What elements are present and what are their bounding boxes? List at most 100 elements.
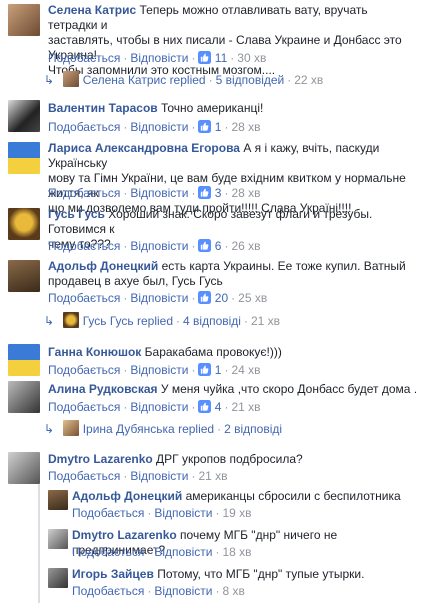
like-button[interactable]: Подобається xyxy=(48,186,120,200)
reply-button[interactable]: Відповісти xyxy=(130,363,188,377)
like-button[interactable]: Подобається xyxy=(48,363,120,377)
reply-button[interactable]: Відповісти xyxy=(130,400,188,414)
author-name[interactable]: Алина Рудковская xyxy=(48,382,158,396)
comment-actions: Подобається · Відповісти · 20 · 25 хв xyxy=(48,291,268,305)
like-count[interactable]: 1 xyxy=(215,120,222,134)
avatar[interactable] xyxy=(8,100,40,132)
like-count[interactable]: 11 xyxy=(215,51,227,65)
timestamp[interactable]: 28 хв xyxy=(231,120,260,134)
comment-text: ДРГ укропов подбросила? xyxy=(156,452,303,466)
reply-arrow-icon: ↳ xyxy=(44,73,55,87)
comment-text: продавец в ахуе был, Гусь Гусь xyxy=(48,274,223,288)
avatar[interactable] xyxy=(8,4,40,36)
reply-comment: Адольф Донецкий американцы сбросили с бе… xyxy=(0,486,424,522)
like-count[interactable]: 20 xyxy=(215,291,228,305)
comment: Валентин Тарасов Точно американці! Подоб… xyxy=(0,96,424,136)
replies-link[interactable]: ↳ Гусь Гусь replied · 4 відповіді · 21 хв xyxy=(44,312,280,329)
comment-actions: Подобається · Відповісти · 8 хв xyxy=(72,584,245,598)
like-count-icon xyxy=(198,363,211,376)
like-count-icon xyxy=(198,51,211,64)
avatar[interactable] xyxy=(48,490,68,510)
like-button[interactable]: Подобається xyxy=(48,400,120,414)
like-count[interactable]: 6 xyxy=(215,239,222,253)
like-button[interactable]: Подобається xyxy=(48,51,120,65)
reply-button[interactable]: Відповісти xyxy=(130,291,188,305)
author-name[interactable]: Dmytro Lazarenko xyxy=(48,452,153,466)
avatar[interactable] xyxy=(8,142,40,174)
comment-actions: Подобається · Відповісти · 1 · 28 хв xyxy=(48,120,261,134)
comment-text: Баракабама провокує!))) xyxy=(144,345,282,359)
timestamp[interactable]: 30 хв xyxy=(237,51,266,65)
comment-text: У меня чуйка ,что скоро Донбасс будет до… xyxy=(160,382,418,396)
author-name[interactable]: Dmytro Lazarenko xyxy=(72,528,177,542)
avatar xyxy=(63,420,80,436)
reply-comment: Игорь Зайцев Потому, что МГБ "днр" тупые… xyxy=(0,564,424,600)
comment-actions: Подобається · Відповісти · 11 · 30 хв xyxy=(48,51,267,65)
author-name[interactable]: Гусь Гусь xyxy=(48,207,105,221)
replies-link[interactable]: ↳ Селена Катрис replied · 5 відповідей · 22 … xyxy=(44,71,323,88)
reply-button[interactable]: Відповісти xyxy=(130,469,188,483)
author-name[interactable]: Ганна Конюшок xyxy=(48,345,141,359)
replies-link[interactable]: ↳ Ірина Дубянська replied · 2 відповіді xyxy=(44,420,282,437)
avatar[interactable] xyxy=(8,208,40,240)
comment-text: американцы сбросили с беспилотника xyxy=(185,489,401,503)
comment: Гусь Гусь Хороший знак. Скоро завезут фл… xyxy=(0,204,424,254)
like-count-icon xyxy=(198,186,211,199)
like-button[interactable]: Подобається xyxy=(72,545,144,559)
comment: Адольф Донецкий есть карта Украины. Ее т… xyxy=(0,256,424,334)
reply-button[interactable]: Відповісти xyxy=(154,545,212,559)
comment-actions: Подобається · Відповісти · 18 хв xyxy=(72,545,252,559)
reply-arrow-icon: ↳ xyxy=(44,314,55,328)
comment-actions: Подобається · Відповісти · 19 хв xyxy=(72,506,252,520)
author-name[interactable]: Селена Катрис xyxy=(48,3,136,17)
like-button[interactable]: Подобається xyxy=(72,506,144,520)
comment: Dmytro Lazarenko ДРГ укропов подбросила?… xyxy=(0,448,424,488)
like-button[interactable]: Подобається xyxy=(48,120,120,134)
timestamp[interactable]: 18 хв xyxy=(222,545,251,559)
avatar[interactable] xyxy=(48,529,68,549)
avatar[interactable] xyxy=(8,452,40,484)
avatar xyxy=(63,312,80,328)
comment: Селена Катрис Теперь можно отлавливать в… xyxy=(0,0,424,92)
comment: Алина Рудковская У меня чуйка ,что скоро… xyxy=(0,377,424,439)
timestamp[interactable]: 21 хв xyxy=(231,400,260,414)
comment-text: есть карта Украины. Ее тоже купил. Ватны… xyxy=(161,259,406,273)
comment-actions: Подобається · Відповісти · 1 · 24 хв xyxy=(48,363,261,377)
comment: Лариса Александровна Егорова А я і кажу,… xyxy=(0,138,424,215)
timestamp[interactable]: 8 хв xyxy=(222,584,244,598)
like-button[interactable]: Подобається xyxy=(72,584,144,598)
reply-button[interactable]: Відповісти xyxy=(130,120,188,134)
like-count-icon xyxy=(198,120,211,133)
reply-button[interactable]: Відповісти xyxy=(154,506,212,520)
reply-button[interactable]: Відповісти xyxy=(130,186,188,200)
timestamp[interactable]: 25 хв xyxy=(238,291,267,305)
like-button[interactable]: Подобається xyxy=(48,291,120,305)
timestamp[interactable]: 21 хв xyxy=(198,469,227,483)
avatar[interactable] xyxy=(8,344,40,376)
reply-arrow-icon: ↳ xyxy=(44,422,55,436)
comment-text: Точно американці! xyxy=(161,101,264,115)
reply-button[interactable]: Відповісти xyxy=(130,239,188,253)
like-button[interactable]: Подобається xyxy=(48,239,120,253)
comment-actions: Подобається · Відповісти · 21 хв xyxy=(48,469,228,483)
avatar[interactable] xyxy=(8,260,40,292)
author-name[interactable]: Лариса Александровна Егорова xyxy=(48,141,240,155)
like-count[interactable]: 1 xyxy=(215,363,222,377)
author-name[interactable]: Игорь Зайцев xyxy=(72,567,154,581)
timestamp[interactable]: 28 хв xyxy=(231,186,260,200)
like-count[interactable]: 4 xyxy=(215,400,222,414)
like-count-icon xyxy=(198,400,211,413)
comment-text: Потому, что МГБ "днр" тупые утырки. xyxy=(157,567,365,581)
avatar[interactable] xyxy=(48,568,68,588)
author-name[interactable]: Адольф Донецкий xyxy=(72,489,182,503)
like-button[interactable]: Подобається xyxy=(48,469,120,483)
author-name[interactable]: Адольф Донецкий xyxy=(48,259,158,273)
timestamp[interactable]: 19 хв xyxy=(222,506,251,520)
timestamp[interactable]: 26 хв xyxy=(231,239,260,253)
reply-button[interactable]: Відповісти xyxy=(130,51,188,65)
avatar[interactable] xyxy=(8,381,40,413)
timestamp[interactable]: 24 хв xyxy=(231,363,260,377)
like-count[interactable]: 3 xyxy=(215,186,222,200)
reply-button[interactable]: Відповісти xyxy=(154,584,212,598)
author-name[interactable]: Валентин Тарасов xyxy=(48,101,158,115)
